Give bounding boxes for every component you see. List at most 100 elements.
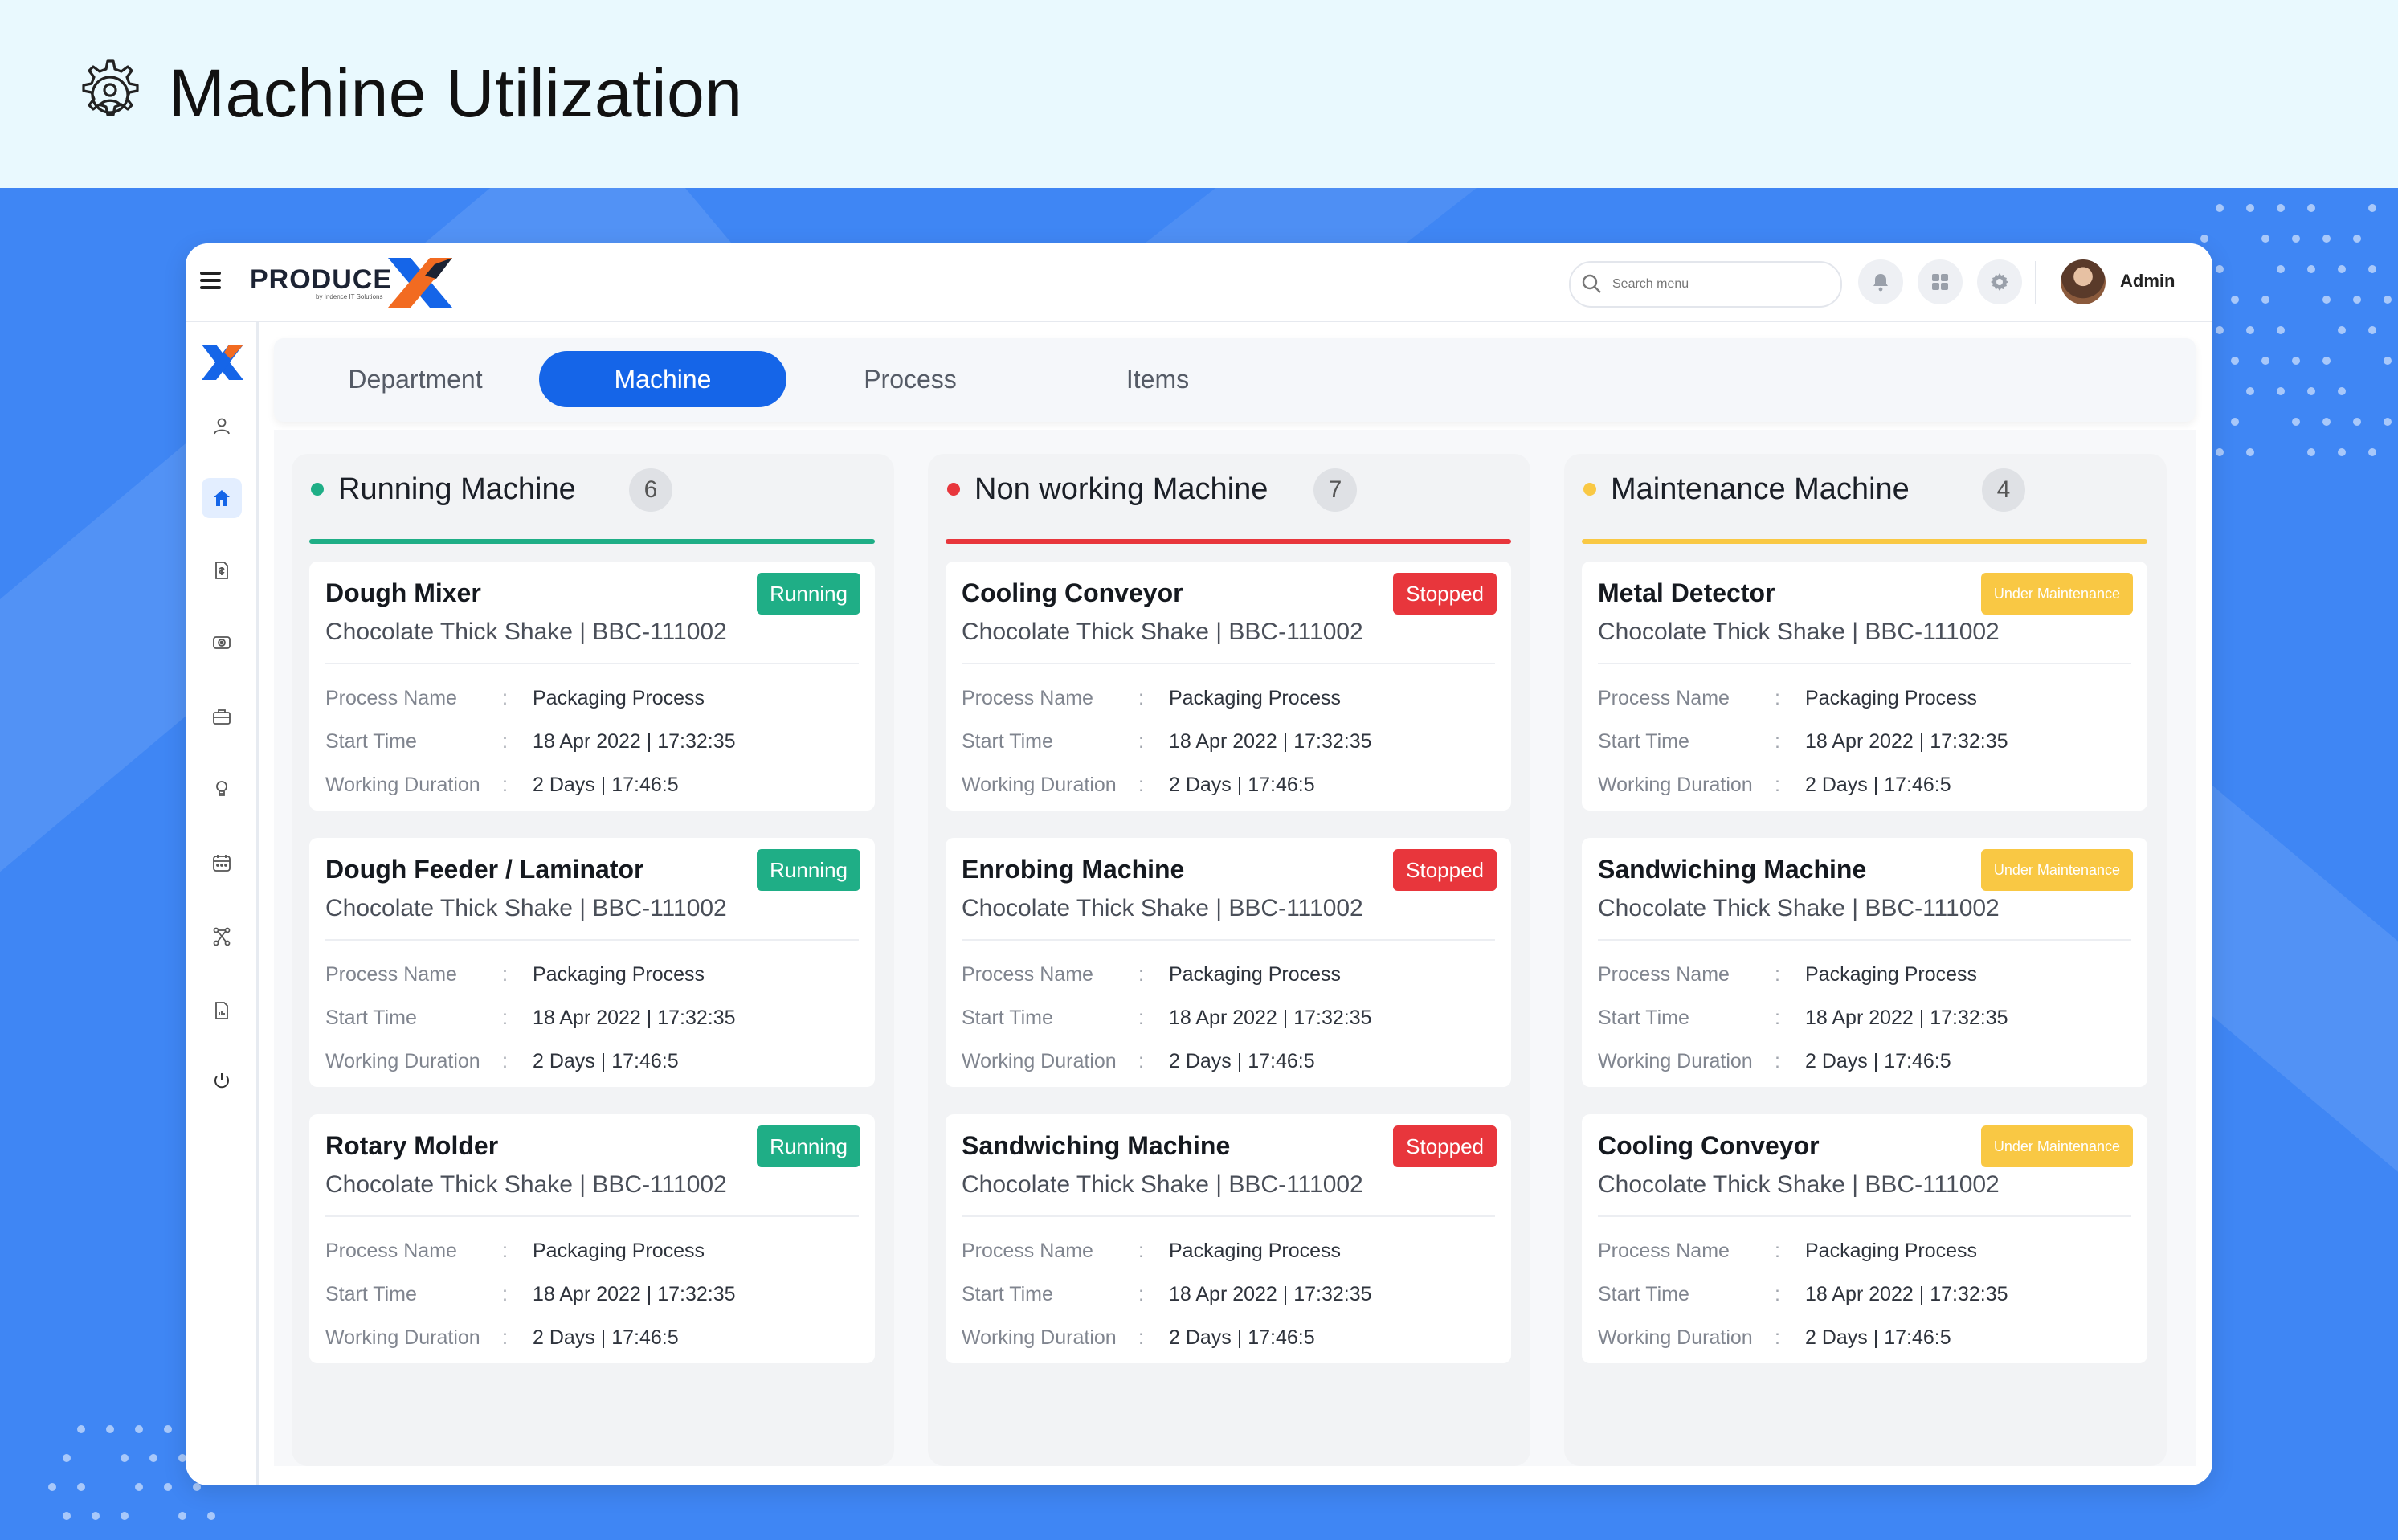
hamburger-menu-icon[interactable] [200,268,221,296]
machine-card[interactable]: Dough Mixer Chocolate Thick Shake | BBC-1… [309,562,875,811]
bell-icon [1873,274,1888,292]
detail-value: Packaging Process [533,687,705,709]
decor-dot [2246,448,2254,456]
decor-dot [2322,235,2331,243]
tab-process[interactable]: Process [786,351,1034,407]
decor-dot [2368,204,2376,212]
sidebar-item-logout[interactable] [202,1061,242,1101]
detail-separator: : [502,774,508,796]
decor-dot [2216,204,2224,212]
machine-card[interactable]: Dough Feeder / Laminator Chocolate Thick … [309,838,875,1087]
sidebar-logo-icon[interactable] [200,343,245,382]
tab-items[interactable]: Items [1034,351,1281,407]
bulb-icon [216,781,227,796]
decor-dot [2216,448,2224,456]
detail-label: Start Time [325,730,417,753]
camera-icon [213,636,231,649]
sidebar [186,322,259,1485]
sidebar-item-ideas[interactable] [202,769,242,809]
decor-dot [63,1512,71,1520]
apps-grid-icon [1932,274,1948,290]
machine-card[interactable]: Cooling Conveyor Chocolate Thick Shake | … [946,562,1511,811]
avatar[interactable] [2061,259,2106,304]
decor-dot [2292,357,2300,365]
sidebar-item-briefcase[interactable] [202,696,242,737]
detail-label: Process Name [1598,687,1730,709]
tab-machine[interactable]: Machine [539,351,786,407]
card-divider [1598,1215,2131,1217]
report-icon [215,1002,228,1019]
decor-dot [77,1483,85,1491]
detail-separator: : [1775,963,1780,986]
card-divider [962,1215,1495,1217]
detail-label: Working Duration [325,774,480,796]
detail-label: Working Duration [962,774,1117,796]
apps-button[interactable] [1918,259,1963,304]
machine-card[interactable]: Enrobing Machine Chocolate Thick Shake | … [946,838,1511,1087]
detail-label: Start Time [1598,1007,1689,1029]
product-code: Chocolate Thick Shake | BBC-111002 [325,895,727,921]
user-name[interactable]: Admin [2120,271,2175,292]
decor-dot [63,1454,71,1462]
logo-subtitle: by Indence IT Solutions [316,293,383,300]
detail-value: Packaging Process [533,963,705,986]
card-divider [962,939,1495,941]
logo-x-icon [388,258,452,308]
detail-value: 2 Days | 17:46:5 [1169,1326,1315,1349]
detail-label: Working Duration [1598,774,1753,796]
detail-separator: : [1775,1050,1780,1072]
settings-button[interactable] [1977,259,2022,304]
detail-separator: : [502,1007,508,1029]
detail-label: Start Time [962,730,1053,753]
detail-value: Packaging Process [1805,1240,1978,1262]
search-input[interactable] [1611,271,1831,298]
machine-card[interactable]: Rotary Molder Chocolate Thick Shake | BBC… [309,1114,875,1363]
machine-board: Running Machine 6 Dough Mixer Chocolate Thi… [274,430,2196,1466]
detail-label: Process Name [325,963,457,986]
detail-value: Packaging Process [1169,963,1342,986]
detail-separator: : [1775,1240,1780,1262]
status-badge: Stopped [1393,849,1497,891]
column-title: Maintenance Machine [1611,472,1910,506]
decor-dot [2277,265,2285,273]
machine-card[interactable]: Sandwiching Machine Chocolate Thick Shake… [946,1114,1511,1363]
machine-card[interactable]: Metal Detector Chocolate Thick Shake | BB… [1582,562,2147,811]
card-divider [325,1215,859,1217]
decor-dot [2307,387,2315,395]
briefcase-icon [213,709,231,725]
detail-separator: : [502,1326,508,1349]
decor-dot [92,1512,100,1520]
notifications-button[interactable] [1858,259,1903,304]
producex-logo[interactable]: PRODUCE by Indence IT Solutions [250,253,459,311]
detail-label: Process Name [325,687,457,709]
decor-dot [2322,418,2331,426]
card-divider [325,663,859,664]
finance-document-icon [215,562,228,579]
sidebar-item-home[interactable] [202,478,242,518]
detail-value: Packaging Process [1805,963,1978,986]
sidebar-item-workflow[interactable] [202,917,242,957]
decor-dot [2384,357,2392,365]
status-dot [947,483,960,496]
detail-separator: : [1775,1326,1780,1349]
sidebar-item-profile[interactable] [202,406,242,446]
tab-department[interactable]: Department [292,351,539,407]
machine-card[interactable]: Sandwiching Machine Chocolate Thick Shake… [1582,838,2147,1087]
search-box[interactable] [1569,261,1842,308]
detail-value: 18 Apr 2022 | 17:32:35 [533,730,736,753]
detail-label: Process Name [1598,963,1730,986]
card-divider [325,939,859,941]
detail-label: Process Name [1598,1240,1730,1262]
sidebar-item-calendar[interactable] [202,843,242,883]
detail-separator: : [1138,1326,1144,1349]
detail-separator: : [1138,774,1144,796]
sidebar-item-finance[interactable] [202,550,242,590]
card-divider [962,663,1495,664]
sidebar-item-reports[interactable] [202,991,242,1031]
sidebar-item-camera[interactable] [202,623,242,663]
detail-separator: : [502,687,508,709]
count-badge: 4 [1982,468,2025,512]
detail-separator: : [502,1283,508,1305]
logo-wordmark: PRODUCE [250,264,393,295]
machine-card[interactable]: Cooling Conveyor Chocolate Thick Shake | … [1582,1114,2147,1363]
